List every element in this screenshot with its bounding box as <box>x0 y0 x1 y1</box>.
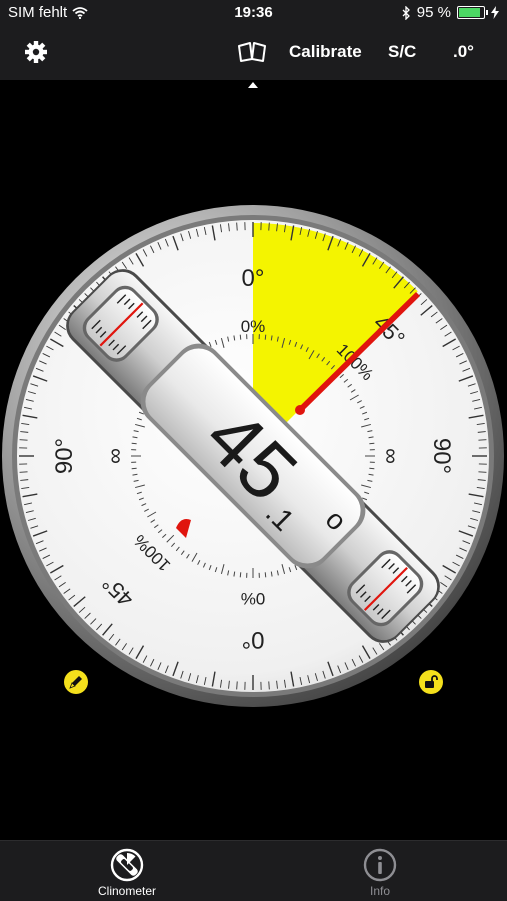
tab-clinometer-label: Clinometer <box>52 884 202 898</box>
label-90-deg-right: 90° <box>428 438 455 474</box>
clinometer-gauge: 0° 0% 100% 45° 90° ∞ 90° ∞ 45° 100% 0% 0… <box>0 200 507 710</box>
calibration-book-icon <box>237 41 267 63</box>
battery-tip <box>486 10 488 15</box>
outer-tick <box>20 440 28 441</box>
toolbar: Calibrate S/C .0° <box>0 24 507 80</box>
inner-tick <box>132 443 137 444</box>
label-0-pct-top: 0% <box>241 317 266 336</box>
clinometer-icon <box>110 848 144 882</box>
outer-tick <box>20 472 28 473</box>
label-90-deg-left: 90° <box>51 438 78 474</box>
needle-hub <box>295 405 305 415</box>
label-inf-right: ∞ <box>379 448 404 464</box>
calibrate-button[interactable]: Calibrate <box>289 24 362 80</box>
inner-tick <box>132 468 137 469</box>
inner-tick <box>240 572 241 577</box>
info-icon <box>363 848 397 882</box>
outer-tick <box>478 472 486 473</box>
tab-info-label: Info <box>305 884 455 898</box>
outer-tick <box>237 223 238 231</box>
inner-tick <box>265 335 266 340</box>
inner-tick <box>369 468 374 469</box>
bluetooth-icon <box>402 6 411 20</box>
battery-fill <box>459 8 480 17</box>
label-0-pct-bottom: 0% <box>241 589 266 608</box>
hold-pencil-icon <box>68 674 84 690</box>
outer-tick <box>237 681 238 689</box>
tab-clinometer[interactable]: Clinometer <box>52 841 202 901</box>
tab-bar: Clinometer Info <box>0 840 507 901</box>
battery-icon <box>457 6 485 19</box>
gear-icon <box>24 40 48 64</box>
label-0-deg-top: 0° <box>242 265 265 292</box>
hold-button[interactable] <box>64 670 88 694</box>
bolt-icon <box>491 6 499 19</box>
unlock-icon <box>423 674 439 690</box>
precision-button[interactable]: .0° <box>453 24 474 80</box>
settings-button[interactable] <box>24 24 48 80</box>
status-bar: SIM fehlt 19:36 95 % <box>0 0 507 24</box>
calibrate-pointer-caret <box>248 82 258 88</box>
outer-tick <box>269 223 270 231</box>
calibration-button[interactable] <box>237 24 267 80</box>
label-inf-left: ∞ <box>102 448 127 464</box>
tab-info[interactable]: Info <box>305 841 455 901</box>
outer-tick <box>478 440 486 441</box>
battery-percent: 95 % <box>417 4 451 21</box>
sc-button[interactable]: S/C <box>388 24 416 80</box>
label-0-deg-bottom: 0° <box>242 626 265 653</box>
lock-button[interactable] <box>419 670 443 694</box>
status-right: 95 % <box>402 4 499 21</box>
inner-tick <box>369 443 374 444</box>
inner-tick <box>265 572 266 577</box>
outer-tick <box>269 681 270 689</box>
